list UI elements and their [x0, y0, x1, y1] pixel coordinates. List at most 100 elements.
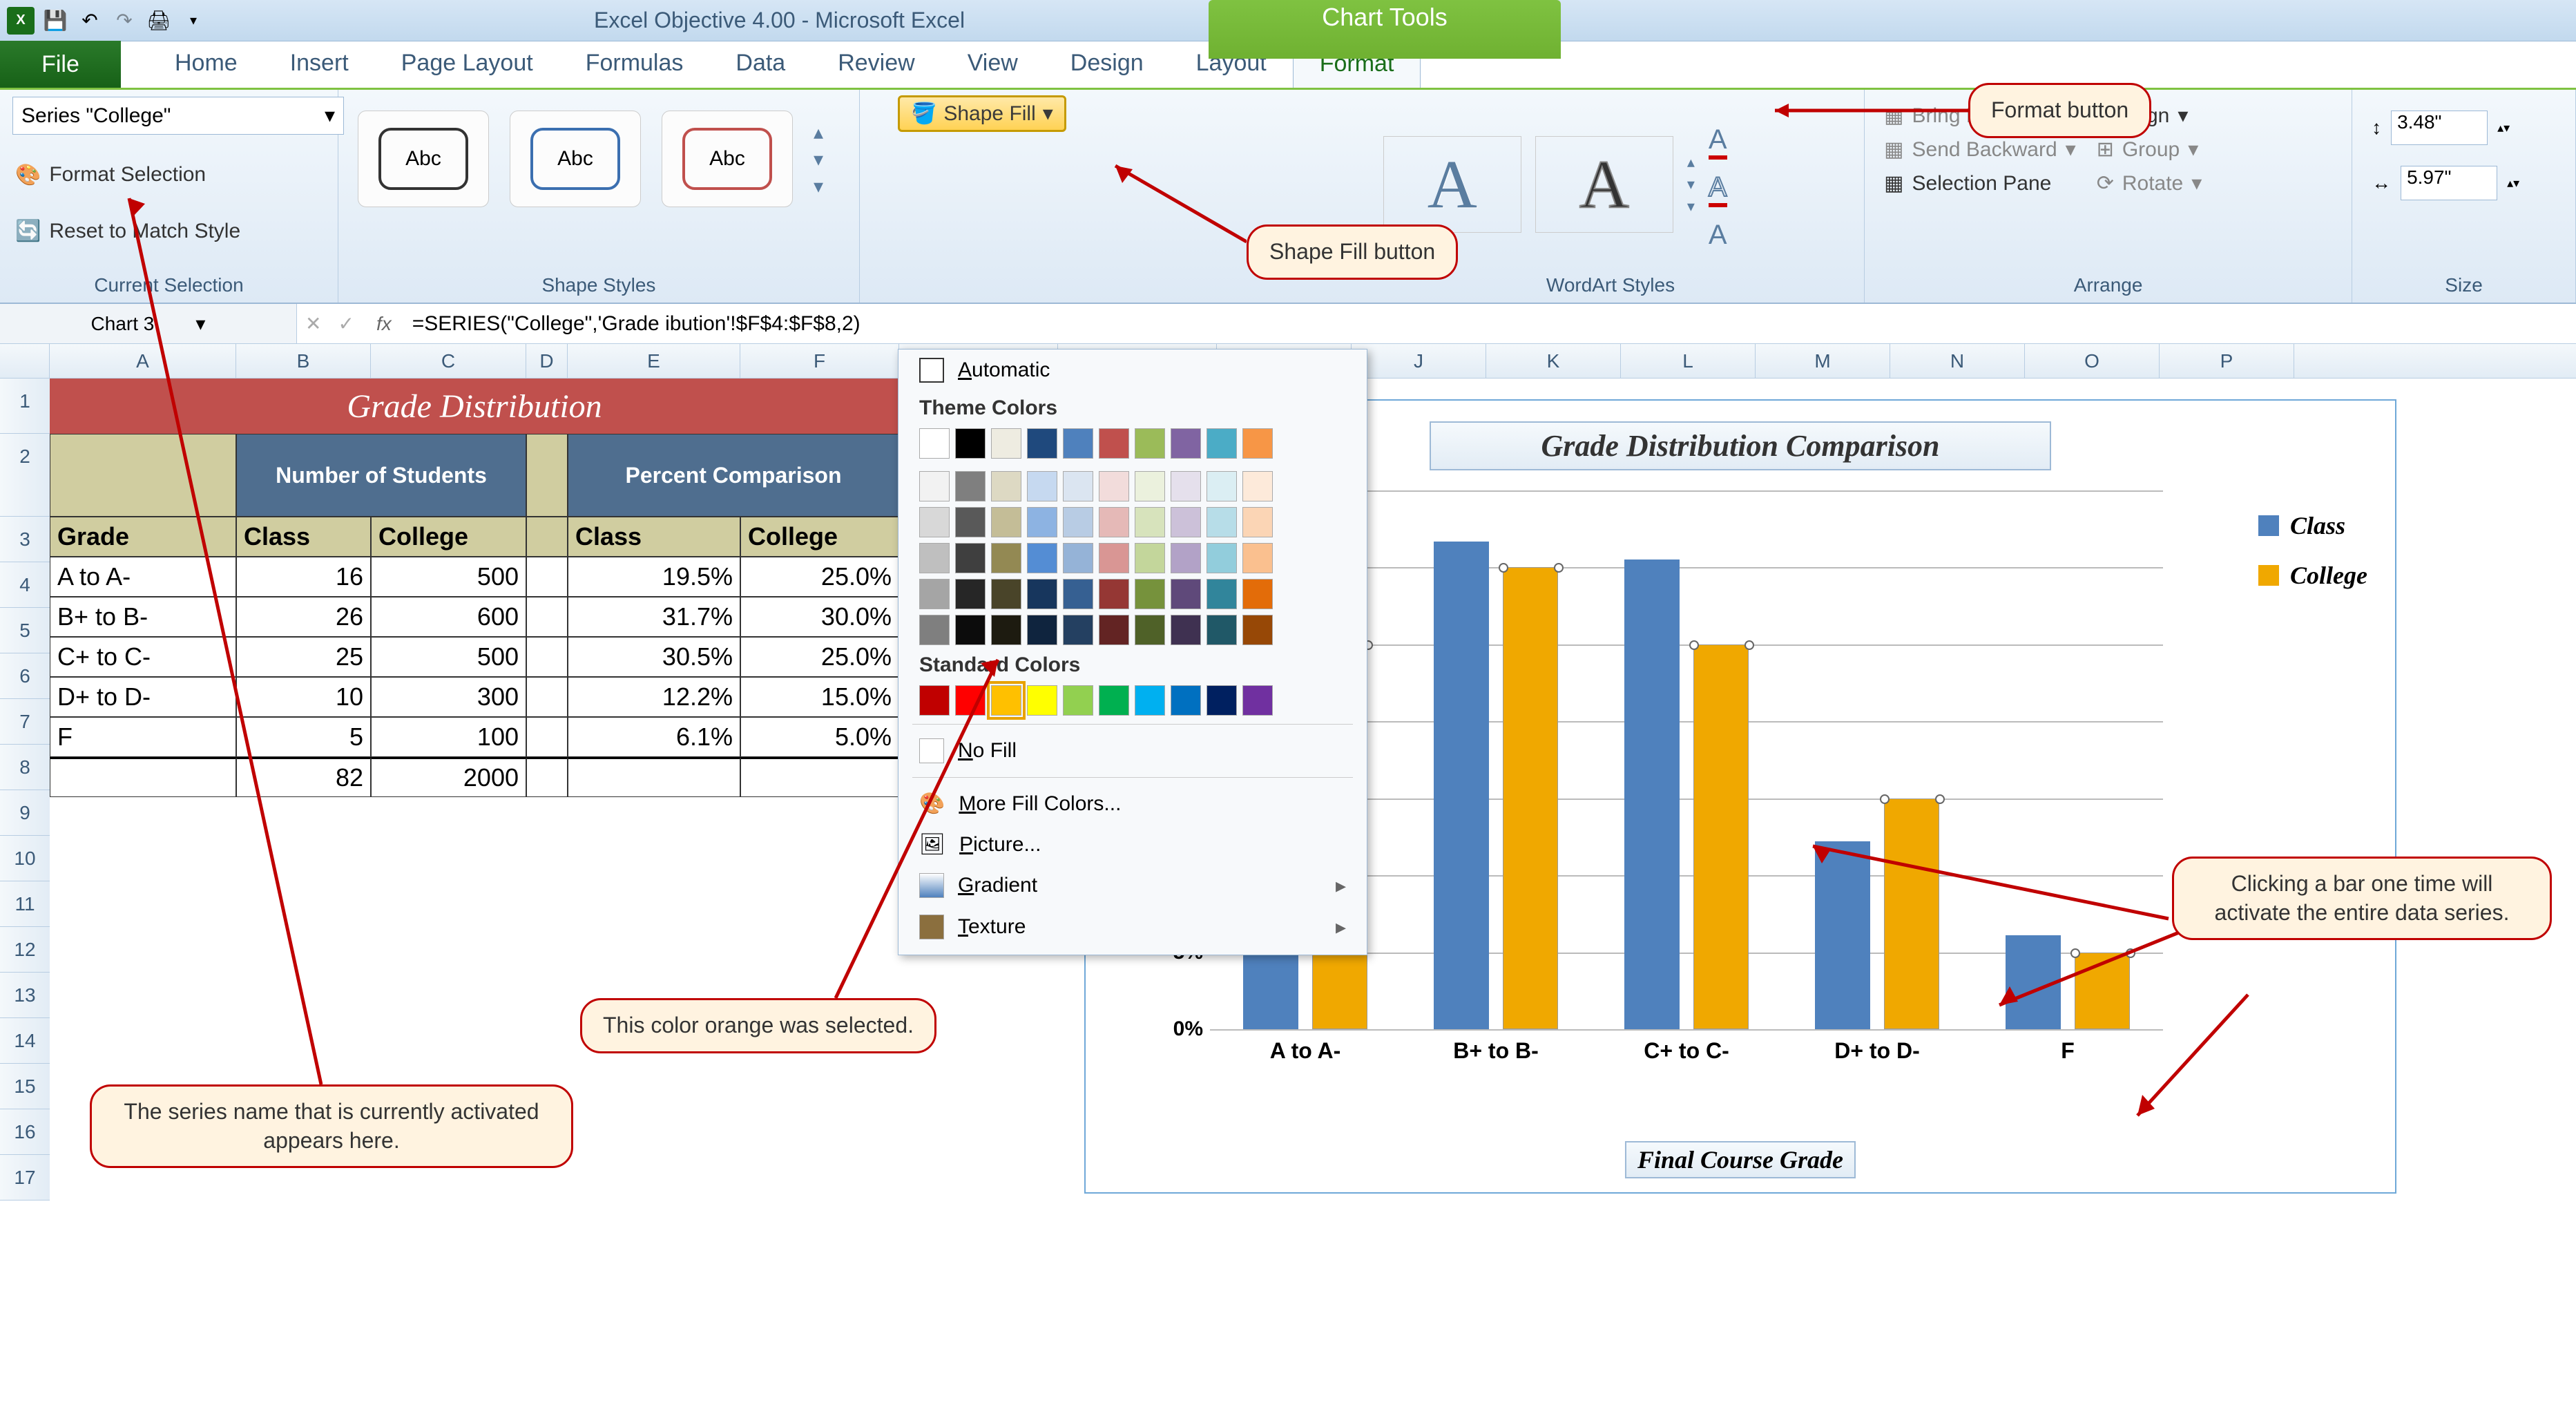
color-swatch[interactable] [1207, 685, 1237, 716]
row-header[interactable]: 10 [0, 836, 50, 881]
gallery-more-icon[interactable]: ▾ [1687, 198, 1695, 216]
color-swatch[interactable] [1099, 685, 1129, 716]
row-header[interactable]: 6 [0, 653, 50, 699]
column-header[interactable]: M [1756, 344, 1890, 378]
color-swatch[interactable] [1242, 428, 1273, 459]
color-swatch[interactable] [1099, 615, 1129, 645]
color-swatch[interactable] [1207, 615, 1237, 645]
chart-bar-college[interactable] [1503, 567, 1558, 1029]
shape-style-thumb[interactable]: Abc [510, 111, 641, 207]
shape-fill-button[interactable]: 🪣 Shape Fill ▾ [898, 95, 1066, 132]
color-swatch[interactable] [1063, 428, 1093, 459]
wordart-thumb[interactable]: A [1535, 136, 1673, 233]
color-swatch[interactable] [1027, 507, 1057, 537]
column-header[interactable]: N [1890, 344, 2025, 378]
color-swatch[interactable] [991, 543, 1021, 573]
color-swatch[interactable] [1135, 543, 1165, 573]
gallery-down-icon[interactable]: ▾ [814, 148, 823, 171]
color-swatch[interactable] [919, 579, 950, 609]
formula-input[interactable]: =SERIES("College",'Grade ibution'!$F$4:$… [405, 312, 2576, 336]
color-swatch[interactable] [1242, 685, 1273, 716]
row-header[interactable]: 16 [0, 1109, 50, 1155]
redo-icon[interactable]: ↷ [110, 7, 138, 35]
legend-item-class[interactable]: Class [2258, 511, 2367, 540]
color-swatch[interactable] [1099, 428, 1129, 459]
fx-enter-icon[interactable]: ✓ [329, 312, 362, 335]
color-swatch[interactable] [1207, 428, 1237, 459]
row-header[interactable]: 13 [0, 973, 50, 1018]
color-swatch[interactable] [1171, 428, 1201, 459]
color-swatch[interactable] [1063, 507, 1093, 537]
shape-style-thumb[interactable]: Abc [662, 111, 793, 207]
color-swatch[interactable] [1063, 579, 1093, 609]
print-preview-icon[interactable]: 🖨 [145, 7, 173, 35]
color-swatch[interactable] [1242, 543, 1273, 573]
row-header[interactable]: 7 [0, 699, 50, 745]
column-header[interactable]: C [371, 344, 526, 378]
color-swatch[interactable] [991, 579, 1021, 609]
color-swatch[interactable] [1027, 543, 1057, 573]
color-swatch[interactable] [919, 507, 950, 537]
color-swatch[interactable] [1135, 471, 1165, 501]
color-swatch[interactable] [1171, 579, 1201, 609]
row-header[interactable]: 9 [0, 790, 50, 836]
color-swatch[interactable] [1027, 471, 1057, 501]
color-swatch[interactable] [1171, 507, 1201, 537]
color-swatch[interactable] [955, 543, 986, 573]
color-swatch[interactable] [1171, 471, 1201, 501]
column-header[interactable]: J [1352, 344, 1486, 378]
gallery-more-icon[interactable]: ▾ [814, 175, 823, 198]
shape-height-input[interactable]: 3.48" [2391, 111, 2488, 145]
shape-width-input[interactable]: 5.97" [2401, 166, 2497, 200]
gallery-up-icon[interactable]: ▴ [814, 121, 823, 144]
color-swatch[interactable] [955, 471, 986, 501]
color-swatch[interactable] [1063, 685, 1093, 716]
save-icon[interactable]: 💾 [41, 7, 69, 35]
color-swatch[interactable] [1063, 543, 1093, 573]
color-swatch[interactable] [1207, 543, 1237, 573]
color-swatch[interactable] [1171, 543, 1201, 573]
format-selection-button[interactable]: 🎨 Format Selection [12, 159, 325, 191]
gallery-up-icon[interactable]: ▴ [1687, 153, 1695, 171]
chart-title[interactable]: Grade Distribution Comparison [1430, 421, 2051, 470]
color-swatch[interactable] [1242, 507, 1273, 537]
color-swatch[interactable] [1099, 471, 1129, 501]
row-header[interactable]: 5 [0, 608, 50, 653]
color-swatch[interactable] [955, 615, 986, 645]
row-header[interactable]: 17 [0, 1155, 50, 1201]
file-tab[interactable]: File [0, 41, 121, 88]
color-swatch[interactable] [1027, 428, 1057, 459]
column-header[interactable]: L [1621, 344, 1756, 378]
color-swatch[interactable] [1099, 579, 1129, 609]
color-swatch[interactable] [1135, 615, 1165, 645]
color-swatch[interactable] [1242, 615, 1273, 645]
color-swatch[interactable] [1242, 471, 1273, 501]
color-swatch[interactable] [1099, 507, 1129, 537]
color-swatch[interactable] [955, 507, 986, 537]
tab-insert[interactable]: Insert [264, 39, 375, 88]
color-swatch[interactable] [1171, 615, 1201, 645]
spinner-icon[interactable]: ▴▾ [2507, 176, 2519, 191]
qat-more-icon[interactable]: ▾ [180, 7, 207, 35]
row-header[interactable]: 12 [0, 927, 50, 973]
undo-icon[interactable]: ↶ [76, 7, 104, 35]
tab-review[interactable]: Review [811, 39, 941, 88]
color-swatch[interactable] [919, 428, 950, 459]
color-swatch[interactable] [1063, 471, 1093, 501]
row-header[interactable]: 2 [0, 434, 50, 517]
color-swatch[interactable] [991, 428, 1021, 459]
row-header[interactable]: 11 [0, 881, 50, 927]
color-swatch[interactable] [1027, 579, 1057, 609]
color-swatch[interactable] [991, 615, 1021, 645]
column-header[interactable]: O [2025, 344, 2160, 378]
color-swatch[interactable] [1207, 507, 1237, 537]
column-header[interactable]: E [568, 344, 740, 378]
color-swatch[interactable] [1207, 471, 1237, 501]
chart-element-selector[interactable]: Series "College" ▾ [12, 97, 344, 135]
chart-bar-college[interactable] [1693, 644, 1749, 1029]
legend-item-college[interactable]: College [2258, 561, 2367, 590]
text-fill-icon[interactable]: A [1709, 124, 1727, 160]
tab-formulas[interactable]: Formulas [559, 39, 710, 88]
color-swatch[interactable] [1135, 428, 1165, 459]
select-all-corner[interactable] [0, 344, 50, 378]
